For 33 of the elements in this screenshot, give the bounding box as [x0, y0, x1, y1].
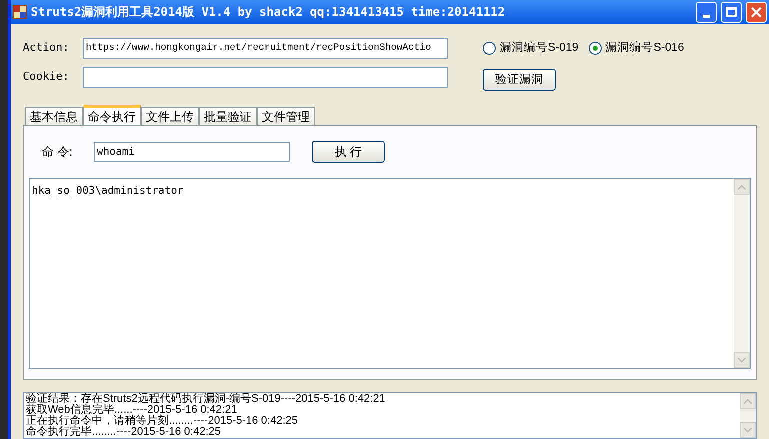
scroll-up-icon[interactable]	[734, 179, 750, 196]
window-title: Struts2漏洞利用工具2014版 V1.4 by shack2 qq:1341413415 time:20141112	[31, 4, 506, 21]
maximize-button[interactable]	[721, 2, 742, 22]
output-area[interactable]: hka_so_003\administrator	[29, 178, 751, 370]
tab[interactable]: 文件管理	[257, 107, 315, 126]
execute-button[interactable]: 执 行	[312, 141, 385, 164]
action-field[interactable]: https://www.hongkongair.net/recruitment/recPositionShowActio	[83, 38, 448, 59]
close-icon	[751, 6, 762, 18]
cookie-label: Cookie:	[23, 69, 70, 86]
log-area[interactable]: 验证结果：存在Struts2远程代码执行漏洞-编号S-019----2015-5-16 0:42:21 获取Web信息完毕......----2015-5-16 0:42:21 正在执行命令中，请稍等片刻........----2015-5-16 0:42:25 命令执行完毕........----2015-5-16 0:42:25	[23, 392, 757, 439]
log-line: 命令执行完毕........----2015-5-16 0:42:25	[26, 427, 222, 438]
tab[interactable]: 基本信息	[25, 107, 83, 126]
radio-option[interactable]: 漏洞编号S-016	[588, 40, 684, 58]
radio-button[interactable]	[483, 42, 496, 56]
action-label: Action:	[23, 40, 70, 56]
radio-option[interactable]: 漏洞编号S-019	[483, 40, 579, 58]
scroll-up-icon[interactable]	[740, 393, 756, 410]
scroll-down-icon[interactable]	[740, 422, 756, 438]
tab[interactable]: 文件上传	[141, 107, 199, 126]
output-text: hka_so_003\administrator	[32, 185, 184, 198]
command-label: 命 令:	[42, 144, 74, 162]
radio-button[interactable]	[588, 42, 602, 56]
tab[interactable]: 命令执行	[83, 105, 141, 126]
minimize-button[interactable]	[696, 2, 717, 22]
command-field[interactable]: whoami	[94, 142, 290, 162]
tab[interactable]: 批量验证	[199, 107, 257, 126]
verify-button[interactable]: 验证漏洞	[483, 69, 556, 92]
app-icon	[13, 5, 27, 19]
close-button[interactable]	[746, 2, 767, 22]
scrollbar[interactable]	[734, 179, 750, 368]
scroll-down-icon[interactable]	[734, 352, 750, 368]
scrollbar[interactable]	[740, 393, 756, 438]
cookie-field[interactable]	[83, 67, 448, 88]
